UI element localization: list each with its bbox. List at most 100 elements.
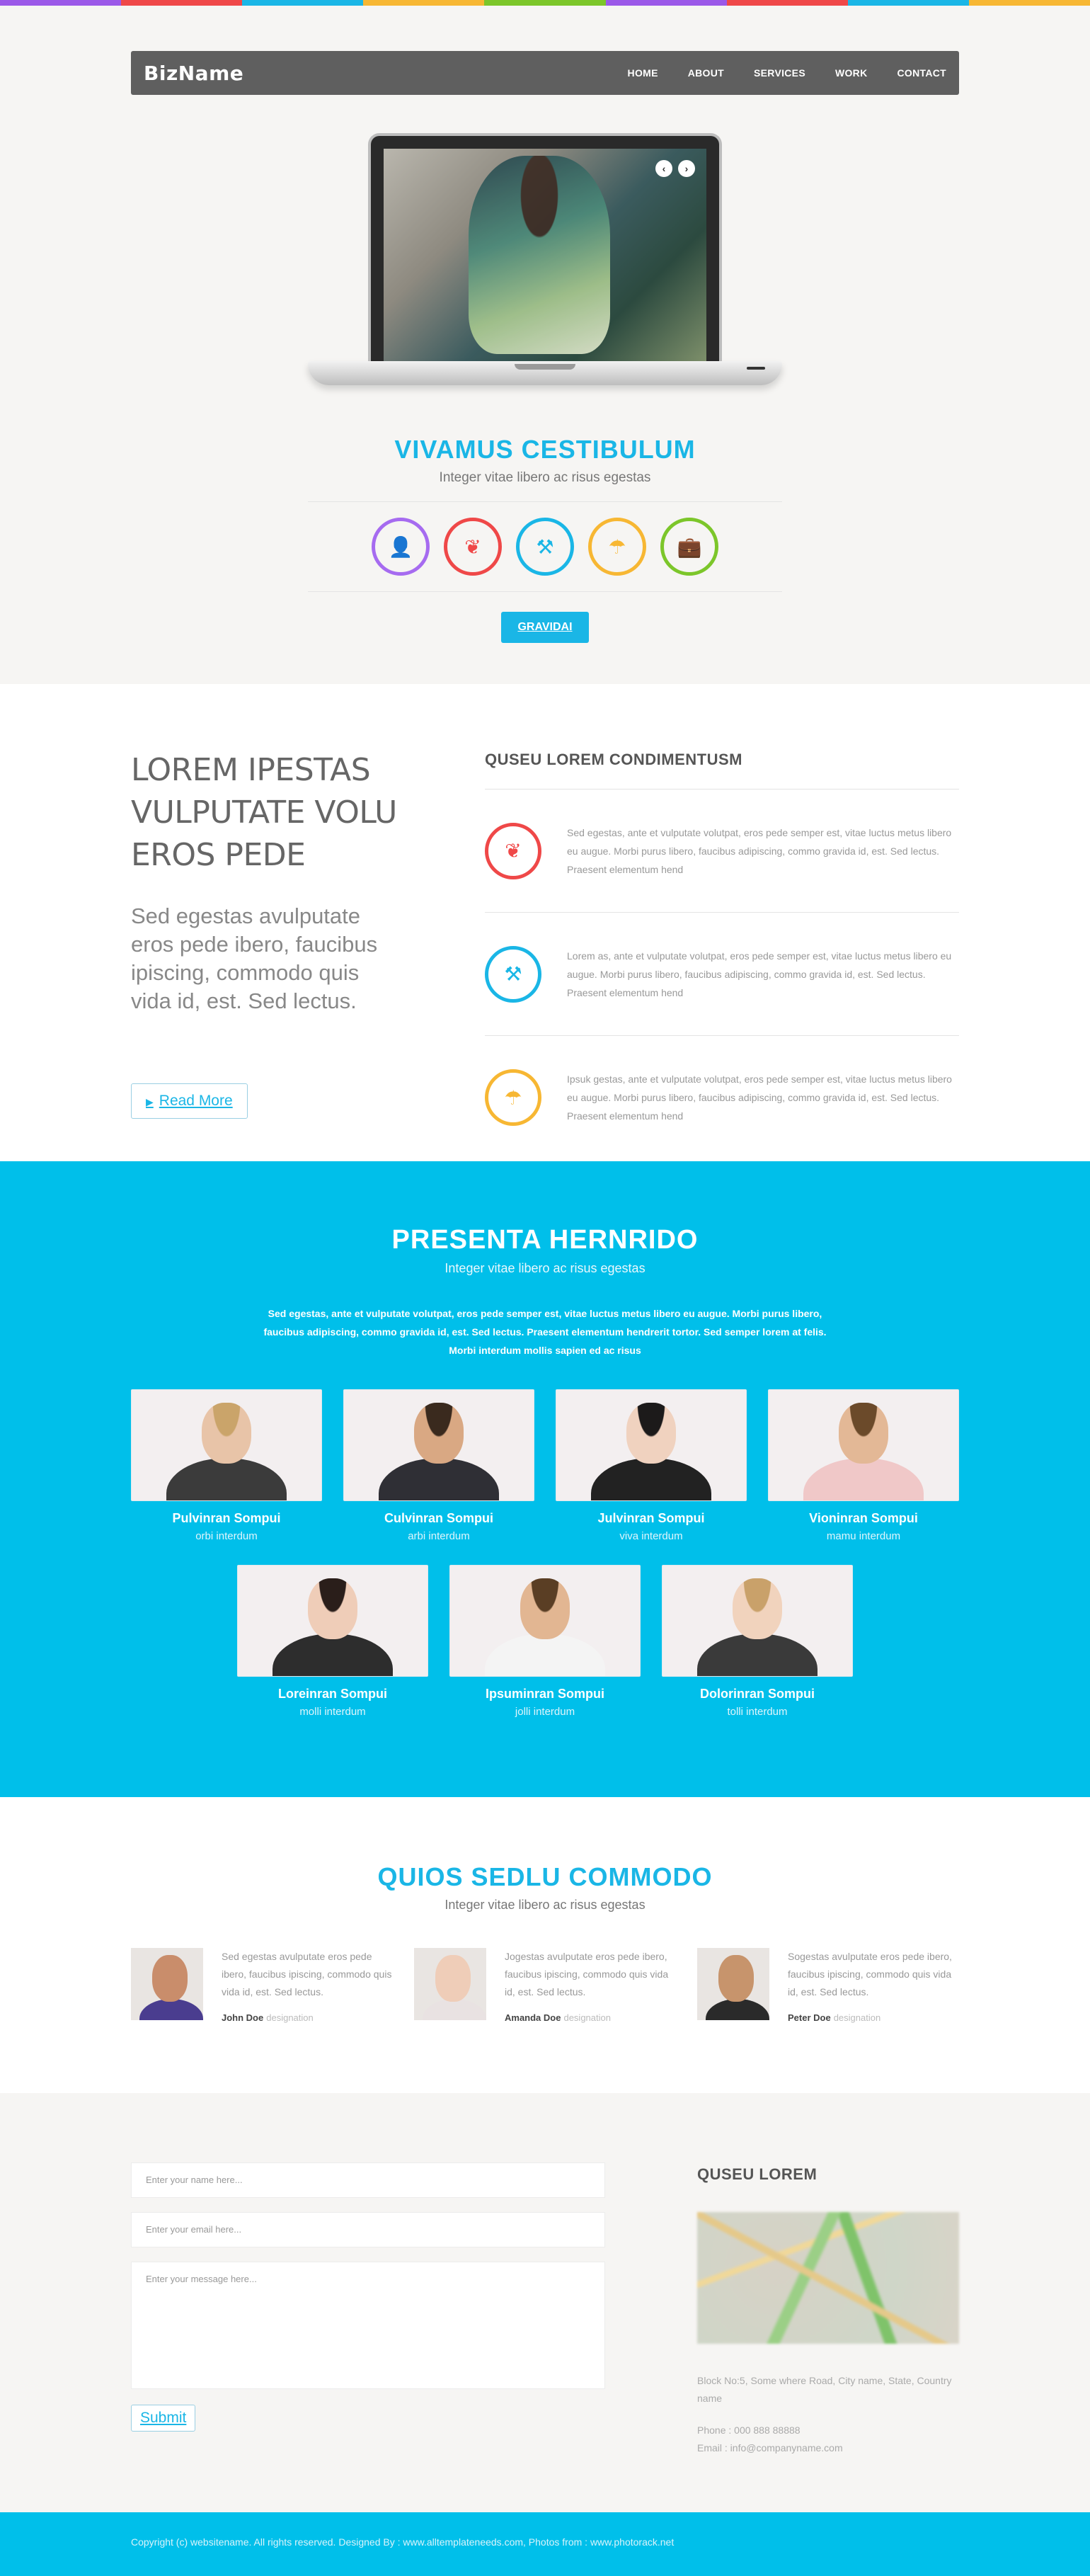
strip-segment (0, 0, 122, 6)
laptop-base (308, 361, 782, 385)
team-member[interactable]: Julvinran Sompui viva interdum (556, 1389, 747, 1542)
message-field[interactable]: Enter your message here... (131, 2262, 605, 2389)
member-body (697, 1634, 818, 1676)
testimonial: Sed egestas avulputate eros pede ibero, … (131, 1948, 393, 2023)
team-section: PRESENTA HERNRIDO Integer vitae libero a… (0, 1161, 1090, 1797)
member-name: Culvinran Sompui (384, 1511, 493, 1525)
feature-item: ❦ Sed egestas, ante et vulputate volutpat… (485, 790, 959, 913)
submit-button[interactable]: Submit (131, 2405, 196, 2432)
member-photo (131, 1389, 322, 1501)
features-section: LOREM IPESTAS VULPUTATE VOLU EROS PEDE S… (0, 684, 1090, 1161)
member-role: viva interdum (619, 1530, 683, 1542)
team-member[interactable]: Pulvinran Sompui orbi interdum (131, 1389, 322, 1542)
laptop-lid: ‹ › (368, 133, 722, 365)
member-role: tolli interdum (727, 1706, 788, 1718)
nav-contact[interactable]: CONTACT (897, 67, 947, 79)
name-field[interactable]: Enter your name here... (131, 2162, 605, 2198)
member-name: Julvinran Sompui (597, 1511, 705, 1525)
author-role: designation (563, 2012, 611, 2023)
testimonial-body: Sogestas avulputate eros pede ibero, fau… (788, 1948, 959, 2023)
slider-controls: ‹ › (655, 160, 695, 177)
team-member[interactable]: Dolorinran Sompui tolli interdum (662, 1565, 853, 1718)
member-name: Pulvinran Sompui (172, 1511, 281, 1525)
main-nav: HOME ABOUT SERVICES WORK CONTACT (598, 67, 946, 79)
member-body (379, 1458, 499, 1500)
read-more-button[interactable]: ▶ Read More (131, 1083, 248, 1119)
team-row-2: Loreinran Sompui molli interdum Ipsuminran… (131, 1565, 959, 1718)
member-photo (237, 1565, 428, 1677)
author-name: Amanda Doe (505, 2012, 561, 2023)
nav-home[interactable]: HOME (628, 67, 658, 79)
color-strip (0, 0, 1090, 6)
umbrella-icon-glyph: ☂ (608, 535, 626, 558)
briefcase-icon-glyph: 💼 (677, 535, 702, 558)
member-body (803, 1458, 924, 1500)
feature-item: ⚒ Lorem as, ante et vulputate volutpat, e… (485, 913, 959, 1036)
nav-services[interactable]: SERVICES (754, 67, 805, 79)
team-member[interactable]: Vioninran Sompui mamu interdum (768, 1389, 959, 1542)
testimonial: Jogestas avulputate eros pede ibero, fau… (414, 1948, 676, 2023)
member-head (839, 1403, 888, 1464)
model-figure (469, 156, 610, 354)
leaf-icon[interactable]: ❦ (444, 518, 502, 576)
team-title: PRESENTA HERNRIDO (391, 1225, 699, 1255)
member-name: Dolorinran Sompui (700, 1687, 815, 1701)
team-intro: Sed egestas, ante et vulputate volutpat,… (263, 1308, 827, 1356)
team-subtitle: Integer vitae libero ac risus egestas (444, 1261, 646, 1275)
member-photo (556, 1389, 747, 1501)
map-image[interactable] (697, 2212, 959, 2344)
slider-prev-icon[interactable]: ‹ (655, 160, 672, 177)
author-name: John Doe (222, 2012, 264, 2023)
member-name: Loreinran Sompui (277, 1687, 387, 1701)
brand-logo[interactable]: BizName (144, 62, 243, 85)
avatar-head (718, 1955, 754, 2002)
member-body (166, 1458, 287, 1500)
hero-title: VIVAMUS CESTIBULUM (394, 435, 696, 464)
gavel-icon-glyph: ⚒ (536, 535, 554, 558)
laptop-notch (515, 364, 575, 370)
member-name: Vioninran Sompui (809, 1511, 918, 1525)
umbrella-icon[interactable]: ☂ (588, 518, 646, 576)
feature-item: ☂ Ipsuk gestas, ante et vulputate volutpa… (485, 1036, 959, 1159)
strip-segment (968, 0, 1090, 6)
team-row-1: Pulvinran Sompui orbi interdum Culvinran S… (131, 1389, 959, 1542)
testimonial-author: John Doe designation (222, 2012, 393, 2023)
strip-segment (363, 0, 485, 6)
author-name: Peter Doe (788, 2012, 831, 2023)
feature-text: Sed egestas, ante et vulputate volutpat,… (567, 826, 952, 875)
nav-work[interactable]: WORK (835, 67, 868, 79)
user-icon[interactable]: 👤 (372, 518, 430, 576)
nav-about[interactable]: ABOUT (688, 67, 724, 79)
member-head (414, 1403, 464, 1464)
email-address[interactable]: Email : info@companyname.com (697, 2442, 843, 2454)
features-lead-text: Sed egestas avulputate eros pede ibero, … (131, 904, 378, 1013)
gravidai-button[interactable]: GRAVIDAI (501, 612, 589, 643)
member-head (308, 1578, 357, 1639)
member-role: orbi interdum (195, 1530, 258, 1542)
testimonial-avatar (697, 1948, 769, 2020)
team-member[interactable]: Ipsuminran Sompui jolli interdum (449, 1565, 641, 1718)
testimonial-avatar (414, 1948, 486, 2020)
slider-next-icon[interactable]: › (678, 160, 695, 177)
member-head (733, 1578, 782, 1639)
contact-info: QUSEU LOREM Block No:5, Some where Road,… (697, 2162, 959, 2457)
gavel-icon[interactable]: ⚒ (516, 518, 574, 576)
team-member[interactable]: Loreinran Sompui molli interdum (237, 1565, 428, 1718)
member-role: molli interdum (299, 1706, 366, 1718)
briefcase-icon[interactable]: 💼 (660, 518, 718, 576)
team-member[interactable]: Culvinran Sompui arbi interdum (343, 1389, 534, 1542)
features-list-title: QUSEU LOREM CONDIMENTUSM (485, 751, 959, 790)
service-icons: 👤 ❦ ⚒ ☂ 💼 (308, 501, 782, 592)
member-head (202, 1403, 251, 1464)
slider-image: ‹ › (384, 149, 706, 361)
testimonial-text: Sogestas avulputate eros pede ibero, fau… (788, 1951, 952, 1997)
strip-segment (121, 0, 243, 6)
testimonial-body: Sed egestas avulputate eros pede ibero, … (222, 1948, 393, 2023)
member-photo (343, 1389, 534, 1501)
hero-section: BizName HOME ABOUT SERVICES WORK CONTACT… (0, 6, 1090, 684)
read-more-label: Read More (159, 1093, 233, 1109)
features-list: QUSEU LOREM CONDIMENTUSM ❦ Sed egestas, a… (485, 749, 959, 1159)
testimonial-author: Peter Doe designation (788, 2012, 959, 2023)
strip-segment (605, 0, 727, 6)
email-field[interactable]: Enter your email here... (131, 2212, 605, 2247)
